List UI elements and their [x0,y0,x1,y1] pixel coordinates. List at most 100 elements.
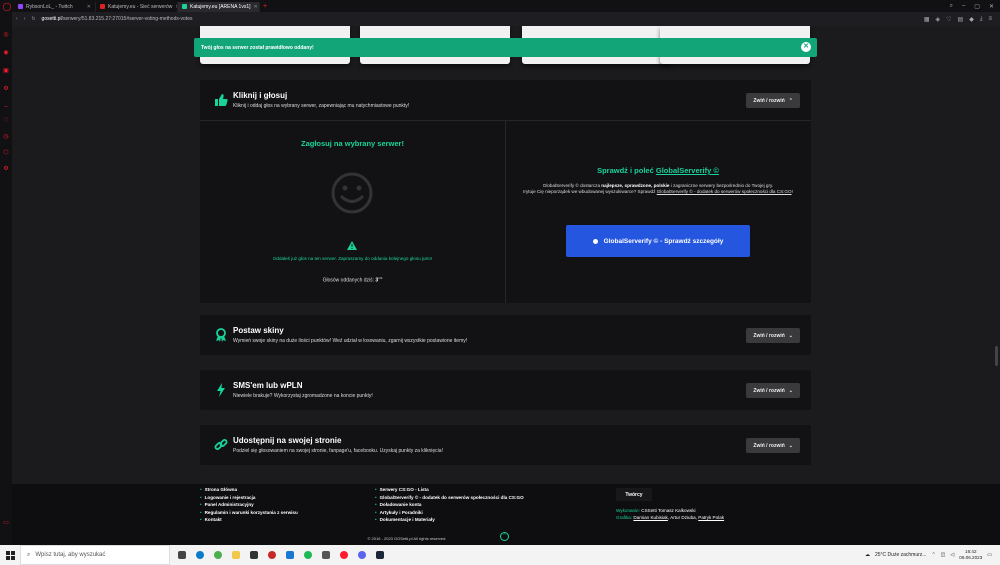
edge-icon[interactable] [196,551,204,559]
opera-menu-icon[interactable]: ◯ [0,0,14,12]
section-header: Postaw skiny Wymień swoje skiny na duże … [200,315,811,355]
notifications-icon[interactable]: ▭ [987,552,992,558]
tab-twitch[interactable]: RybsonLoL_ - Twitch ✕ [14,1,96,12]
chevron-down-icon: ⌄ [788,332,793,339]
weather-text[interactable]: 25°C Duże zachmurz... [875,552,926,558]
site-footer: • Strona Główna • Logowanie i rejestracja … [12,484,1000,545]
dot-icon [592,238,598,244]
easy-setup-icon[interactable]: ≡ [988,16,992,23]
clock[interactable]: 16:42 06.06.2023 [959,549,982,561]
search-tabs-icon[interactable]: ⌕ [950,3,953,10]
gs-desc-text: Irytuje Cię nieporządek we wbudowanej wy… [523,189,656,194]
collapse-toggle-button[interactable]: Zwiń / rozwiń ⌄ [746,383,800,398]
page-scrollbar[interactable] [995,346,998,366]
made-by-label: Wykonanie: [616,508,640,513]
tray-chevron-icon[interactable]: ⌃ [931,552,935,558]
footer-link[interactable]: • Kontakt [200,516,298,524]
volume-icon[interactable]: ◁ [950,552,954,558]
chrome-icon[interactable] [214,551,222,559]
footer-link[interactable]: • Logowanie i rejestracja [200,494,298,502]
close-tab-icon[interactable]: ✕ [87,4,91,10]
toggle-label: Zwiń / rozwiń [753,332,785,339]
minimize-icon[interactable]: – [962,3,965,10]
footer-link[interactable]: • Dokumentacje i Materiały [375,516,524,524]
page-content: KLIKNIJ I GŁOSUJ POSTAW SKINY SMS'EM LUB… [12,26,1000,545]
history-icon[interactable]: ◷ [3,134,9,140]
footer-link[interactable]: • Panel Administracyjny [200,501,298,509]
download-icon[interactable]: ⤓ [980,16,983,23]
gs-desc-bold: najlepsze, sprawdzone, polskie [601,183,670,188]
gosetti-favicon-icon [182,4,187,9]
forward-icon[interactable]: › [24,16,26,22]
speed-dial-icon[interactable]: ◎ [3,32,9,38]
spotify-icon[interactable] [304,551,312,559]
collapse-toggle-button[interactable]: Zwiń / rozwiń ⌄ [746,328,800,343]
weather-icon[interactable]: ☁ [865,552,870,558]
footer-link[interactable]: • Serwery CS:GO - Lista [375,486,524,494]
store-icon[interactable] [250,551,258,559]
tab-katujemy-arena[interactable]: Katujemy.eu [ARENA 1vs1] ✕ [178,1,260,12]
browser-window: ◯ RybsonLoL_ - Twitch ✕ Katujemy.eu - Si… [0,0,1000,565]
footer-links-col2: • Serwery CS:GO - Lista • GlobalServerify … [375,486,524,524]
section-subtitle: Podziel się głosowaniem na swojej stroni… [233,448,443,454]
url-field[interactable]: gosetti.pl/serwery/51.83.215.27:27015#se… [42,16,193,22]
collapse-toggle-button[interactable]: Zwiń / rozwiń ⌄ [746,438,800,453]
gs-desc-link[interactable]: GlobalServerify © - dodatek do serwerów … [657,189,792,194]
gs-desc-text: GlobalServerify © dostarcza [542,183,601,188]
steam-icon[interactable] [376,551,384,559]
gs-title-link[interactable]: GlobalServerify © [656,166,719,175]
search-placeholder: Wpisz tutaj, aby wyszukać [35,552,106,558]
bookmark-icon[interactable]: ♡ [3,118,9,124]
graphics-author: Artur Dziuba [670,515,696,520]
chevron-down-icon: ⌄ [788,387,793,394]
reload-icon[interactable]: ↻ [31,16,35,22]
chevron-up-icon: ⌃ [788,97,793,104]
taskbar-search-input[interactable]: ⌕ Wpisz tutaj, aby wyszukać [20,545,170,565]
settings-gear-icon[interactable]: ⚙ [3,166,9,172]
section-header: Udostępnij na swojej stronie Podziel się… [200,425,811,465]
new-tab-button[interactable]: + [263,3,267,10]
section-subtitle: Niewiele brakuje? Wykorzystaj zgromadzon… [233,393,373,399]
vpn-icon[interactable]: ◈ [936,16,941,23]
messenger-icon[interactable]: ◉ [3,50,9,56]
opera-gx-icon[interactable] [340,551,348,559]
sidebar-setup-icon[interactable]: ▭ [3,520,9,526]
tab-title: Katujemy.eu [ARENA 1vs1] [190,3,251,10]
wallet-icon[interactable]: ▤ [958,16,964,23]
graphics-author-link[interactable]: Patryk Polak [698,515,724,520]
network-icon[interactable]: ◫ [941,552,946,558]
globalserverify-details-button[interactable]: GlobalServerify © - Sprawdź szczegóły [566,225,750,257]
footer-link[interactable]: • Artykuły i Poradniki [375,509,524,517]
app-icon[interactable] [322,551,330,559]
file-explorer-icon[interactable] [232,551,240,559]
tab-katujemy-network[interactable]: Katujemy.eu - Sieć serwerów ✕ [96,1,178,12]
creators-button[interactable]: Twórcy [616,488,652,501]
footer-link[interactable]: • Strona Główna [200,486,298,494]
extensions-icon[interactable]: ⬡ [3,150,9,156]
bookmark-star-icon[interactable]: ♡ [946,16,951,23]
app-icon[interactable] [286,551,294,559]
task-view-icon[interactable] [178,551,186,559]
footer-link[interactable]: • Regulamin i warunki korzystania z serwi… [200,509,298,517]
section-title: SMS'em lub wPLN [233,381,303,390]
footer-link[interactable]: • Doładowanie konta [375,501,524,509]
screenshot-icon[interactable]: ▦ [924,16,930,23]
collapse-toggle-button[interactable]: Zwiń / rozwiń ⌃ [746,93,800,108]
app-icon[interactable] [268,551,276,559]
scroll-to-top-button[interactable]: ⌃ [500,532,509,541]
back-icon[interactable]: ‹ [16,16,18,22]
close-window-icon[interactable]: ✕ [989,3,994,10]
toggle-label: Zwiń / rozwiń [753,442,785,449]
windows-start-icon[interactable] [0,545,20,565]
toast-close-icon[interactable]: ✕ [801,42,811,52]
close-tab-icon[interactable]: ✕ [254,4,258,10]
votes-today: Głosów oddanych dziś: 3/44 [200,276,505,284]
discord-icon[interactable] [358,551,366,559]
katujemy-favicon-icon [100,4,105,9]
extensions-puzzle-icon[interactable]: ◆ [969,16,974,23]
maximize-icon[interactable]: ▢ [974,3,980,10]
twitch-icon[interactable]: ▣ [3,68,9,74]
settings-icon[interactable]: ⚙ [3,86,9,92]
footer-link[interactable]: • GlobalServerify © - dodatek do serwerów… [375,494,524,502]
graphics-author-link[interactable]: Damian Kubisiak [633,515,667,520]
